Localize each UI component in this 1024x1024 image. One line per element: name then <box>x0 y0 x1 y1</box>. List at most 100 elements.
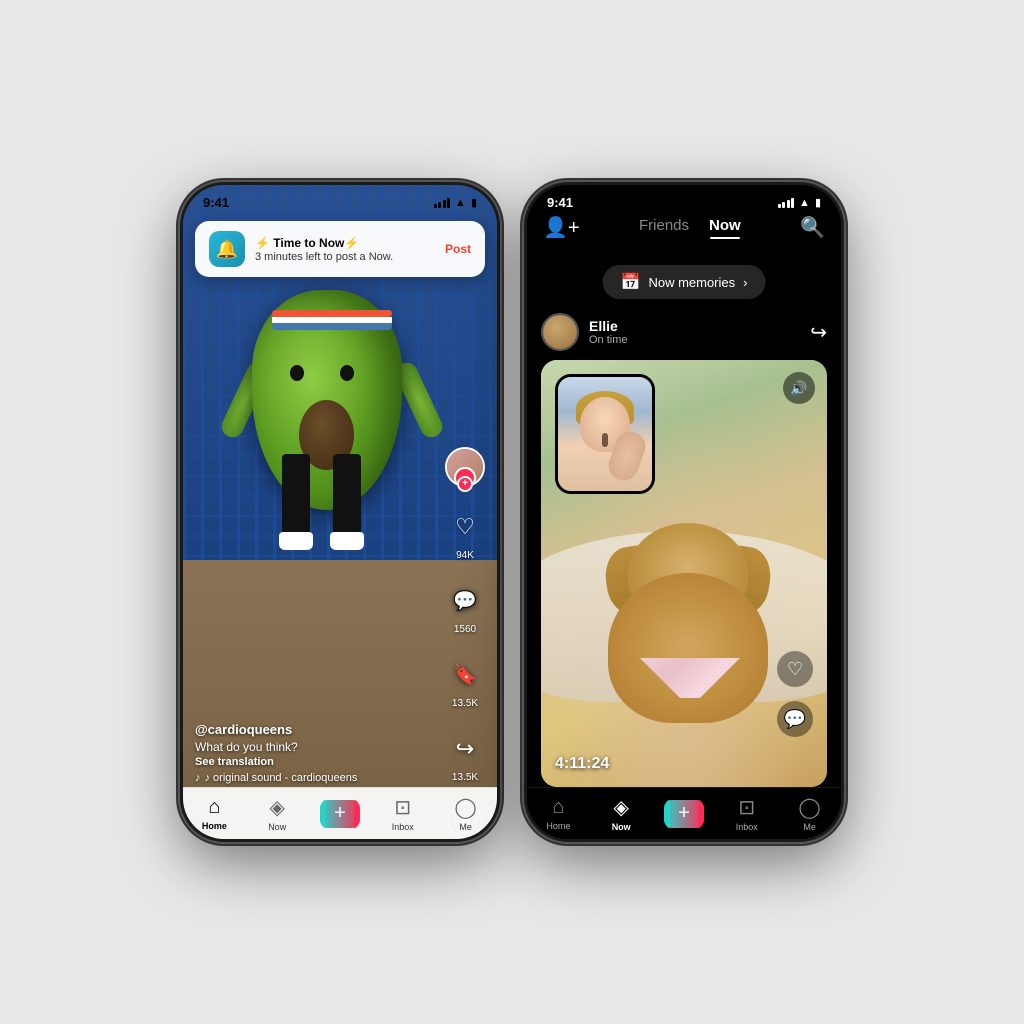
photo-like-button[interactable]: ♡ <box>777 651 813 687</box>
nav-home[interactable]: ⌂ Home <box>183 796 246 831</box>
sound-button[interactable]: 🔊 <box>783 372 815 404</box>
nav-home-2[interactable]: ⌂ Home <box>527 796 590 831</box>
share-icon: ↪ <box>445 729 485 769</box>
now-header: 👤+ Friends Now 🔍 <box>527 215 841 240</box>
avocado-body <box>252 250 412 550</box>
nav-me-2[interactable]: ◯ Me <box>778 795 841 832</box>
follow-plus-badge: + <box>457 476 473 492</box>
wifi-icon: ▲ <box>455 197 466 209</box>
battery-icon: ▮ <box>471 196 477 209</box>
avocado-hat <box>272 310 392 330</box>
bottom-nav-phone2: ⌂ Home ◈ Now + ⊡ <box>527 787 841 839</box>
save-count: 13.5K <box>452 698 478 709</box>
now-tabs: Friends Now <box>639 217 741 239</box>
avocado-eye-left <box>290 365 304 381</box>
user-status: On time <box>589 334 628 346</box>
profile-icon-2: ◯ <box>798 795 820 820</box>
phone-2-screen: 9:41 ▲ ▮ 👤+ <box>527 185 841 839</box>
nav-now-2[interactable]: ◈ Now <box>590 795 653 832</box>
person-legs <box>282 454 364 550</box>
notification-banner[interactable]: 🔔 ⚡ Time to Now⚡ 3 minutes left to post … <box>195 221 485 277</box>
signal-icon <box>434 198 451 208</box>
bookmark-action[interactable]: 🔖 13.5K <box>445 655 485 709</box>
nav-me[interactable]: ◯ Me <box>434 795 497 832</box>
user-text: Ellie On time <box>589 318 628 346</box>
tab-now[interactable]: Now <box>709 217 741 239</box>
battery-icon-2: ▮ <box>815 196 821 209</box>
create-button[interactable]: + <box>320 800 360 828</box>
search-icon[interactable]: 🔍 <box>800 215 825 240</box>
calendar-icon: 📅 <box>621 272 641 292</box>
music-note-icon: ♪ <box>195 772 201 784</box>
notification-action[interactable]: Post <box>445 242 471 256</box>
status-icons-2: ▲ ▮ <box>778 196 821 209</box>
active-tab-underline <box>710 237 740 239</box>
nav-inbox-2[interactable]: ⊡ Inbox <box>715 795 778 832</box>
selfie-sunglasses <box>602 433 608 447</box>
now-tab-label: Now <box>709 217 741 234</box>
post-info: @cardioqueens What do you think? See tra… <box>195 722 437 784</box>
shoe-left <box>279 532 313 550</box>
user-name: Ellie <box>589 318 628 334</box>
avocado-eye-right <box>340 365 354 381</box>
user-avatar[interactable] <box>541 313 579 351</box>
heart-icon: ♡ <box>445 507 485 547</box>
nav-create[interactable]: + <box>309 800 372 828</box>
now-content: 🔊 <box>541 360 827 787</box>
nav-me-label: Me <box>459 822 472 832</box>
user-info-row: Ellie On time ↪ <box>541 313 827 351</box>
post-username[interactable]: @cardioqueens <box>195 722 437 737</box>
notification-title: ⚡ Time to Now⚡ <box>255 236 435 250</box>
post-translate[interactable]: See translation <box>195 756 437 768</box>
share-post-icon[interactable]: ↪ <box>810 320 827 345</box>
home-icon: ⌂ <box>208 796 220 819</box>
share-action[interactable]: ↪ 13.5K <box>445 729 485 783</box>
phones-container: 9:41 ▲ ▮ 🔔 <box>180 182 844 842</box>
phone-2: 9:41 ▲ ▮ 👤+ <box>524 182 844 842</box>
nav-inbox[interactable]: ⊡ Inbox <box>371 795 434 832</box>
notification-icon: 🔔 <box>209 231 245 267</box>
hat-red-stripe <box>272 310 392 317</box>
comment-action[interactable]: 💬 1560 <box>445 581 485 635</box>
nav-now[interactable]: ◈ Now <box>246 795 309 832</box>
home-icon-2: ⌂ <box>552 796 564 819</box>
tab-friends[interactable]: Friends <box>639 217 689 239</box>
plus-icon-2: + <box>678 802 690 825</box>
add-friend-icon[interactable]: 👤+ <box>543 215 580 240</box>
photo-actions: ♡ 💬 <box>777 651 813 737</box>
now-nav-icon: ◈ <box>614 795 629 820</box>
bookmark-icon: 🔖 <box>445 655 485 695</box>
post-sound[interactable]: ♪ ♪ original sound - cardioqueens <box>195 772 437 784</box>
bandana <box>640 658 740 698</box>
nav-me-label-2: Me <box>803 822 816 832</box>
photo-comment-button[interactable]: 💬 <box>777 701 813 737</box>
leg-left <box>282 454 313 550</box>
status-time: 9:41 <box>203 195 229 210</box>
nav-inbox-label-2: Inbox <box>736 822 758 832</box>
now-memories-button[interactable]: 📅 Now memories › <box>603 265 766 299</box>
user-info-left: Ellie On time <box>541 313 628 351</box>
create-button-2[interactable]: + <box>664 800 704 828</box>
nav-create-2[interactable]: + <box>653 800 716 828</box>
phone-1-screen: 9:41 ▲ ▮ 🔔 <box>183 185 497 839</box>
notification-text: ⚡ Time to Now⚡ 3 minutes left to post a … <box>255 236 435 263</box>
shoe-right <box>330 532 364 550</box>
profile-action[interactable]: + <box>445 447 485 487</box>
status-icons: ▲ ▮ <box>434 196 477 209</box>
selfie-person <box>558 377 652 491</box>
leg-right <box>333 454 364 550</box>
friends-tab-label: Friends <box>639 217 689 234</box>
notification-body: 3 minutes left to post a Now. <box>255 251 435 263</box>
now-icon: ◈ <box>270 795 285 820</box>
like-action[interactable]: ♡ 94K <box>445 507 485 561</box>
nav-home-label: Home <box>202 821 227 831</box>
inbox-icon: ⊡ <box>394 795 411 820</box>
dog-illustration <box>588 503 788 723</box>
status-time-2: 9:41 <box>547 195 573 210</box>
like-count: 94K <box>456 550 474 561</box>
status-bar: 9:41 ▲ ▮ <box>183 185 497 214</box>
nav-now-label-2: Now <box>612 822 631 832</box>
now-photo: 🔊 <box>541 360 827 787</box>
photo-timer: 4:11:24 <box>555 755 609 773</box>
post-caption: What do you think? <box>195 740 437 754</box>
